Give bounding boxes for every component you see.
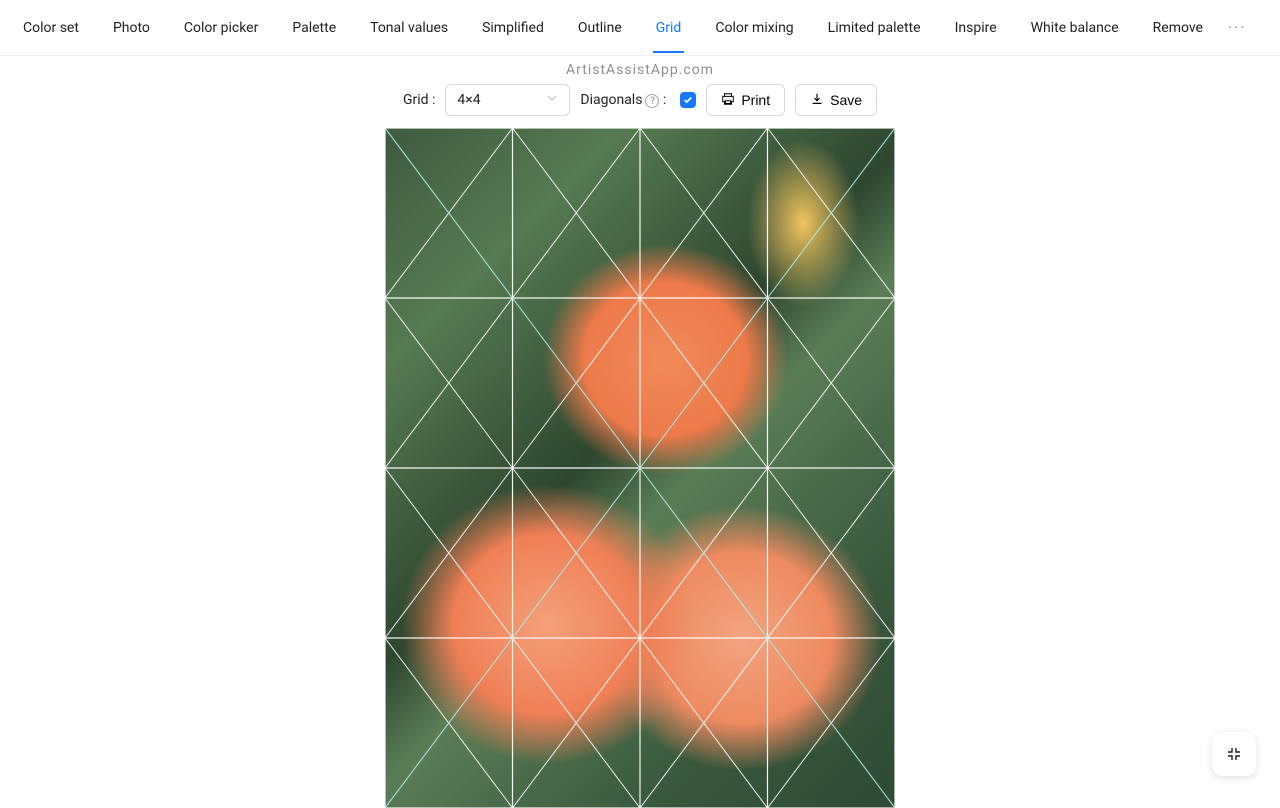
grid-toolbar: Grid : 4×4 Diagonals? : Print Save (0, 84, 1280, 116)
grid-size-label: Grid : (403, 92, 435, 108)
print-button-label: Print (741, 92, 770, 108)
tab-grid[interactable]: Grid (639, 4, 699, 52)
tab-bar: Color set Photo Color picker Palette Ton… (0, 0, 1280, 56)
tab-color-picker[interactable]: Color picker (167, 4, 275, 52)
compress-icon (1226, 746, 1242, 762)
tab-outline[interactable]: Outline (561, 4, 639, 52)
diagonals-checkbox[interactable] (680, 92, 696, 108)
save-button[interactable]: Save (795, 84, 877, 116)
print-button[interactable]: Print (706, 84, 785, 116)
help-icon[interactable]: ? (645, 94, 659, 108)
tab-remove[interactable]: Remove (1136, 4, 1220, 52)
grid-size-select[interactable]: 4×4 (445, 84, 570, 116)
diagonals-label: Diagonals? : (580, 92, 666, 109)
tab-limited-palette[interactable]: Limited palette (811, 4, 938, 52)
tab-color-mixing[interactable]: Color mixing (698, 4, 810, 52)
chevron-down-icon (546, 92, 558, 108)
exit-fullscreen-button[interactable] (1212, 732, 1256, 776)
tab-tonal-values[interactable]: Tonal values (353, 4, 465, 52)
download-icon (810, 92, 824, 109)
watermark-text: ArtistAssistApp.com (0, 62, 1280, 78)
printer-icon (721, 92, 735, 109)
grid-canvas (385, 128, 895, 808)
save-button-label: Save (830, 92, 862, 108)
tab-palette[interactable]: Palette (275, 4, 353, 52)
tab-color-set[interactable]: Color set (6, 4, 96, 52)
tab-simplified[interactable]: Simplified (465, 4, 561, 52)
tab-white-balance[interactable]: White balance (1014, 4, 1136, 52)
grid-overlay (385, 128, 895, 808)
tab-inspire[interactable]: Inspire (938, 4, 1014, 52)
tabs-more-icon[interactable]: ··· (1220, 10, 1255, 45)
tab-photo[interactable]: Photo (96, 4, 167, 52)
grid-size-value: 4×4 (457, 92, 480, 108)
